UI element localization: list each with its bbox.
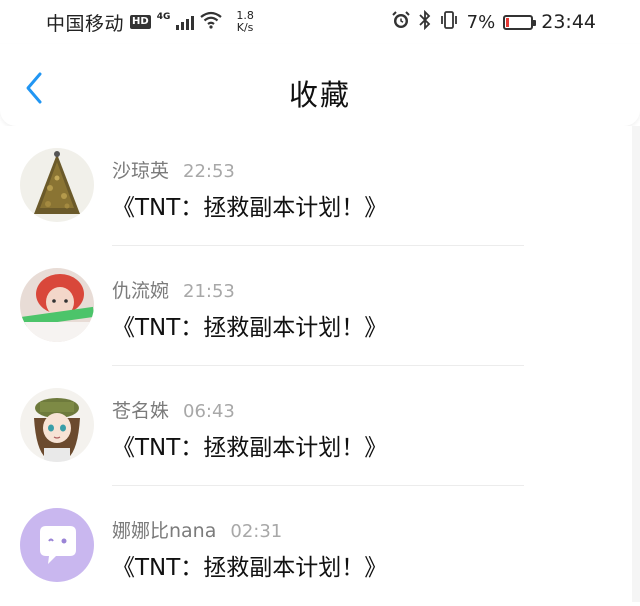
- bluetooth-icon: [419, 9, 431, 35]
- wifi-icon: [200, 11, 223, 34]
- red-hair-boy-avatar[interactable]: [20, 268, 94, 342]
- page-title: 收藏: [288, 78, 351, 112]
- network-speed-unit: K/s: [236, 21, 254, 34]
- carrier-name: 中国移动: [46, 12, 125, 35]
- timestamp: 22:53: [183, 161, 235, 182]
- status-right: 7% 23:44: [391, 9, 596, 35]
- alarm-clock-icon: [391, 10, 411, 35]
- username: 仇流婉 21:53: [112, 276, 235, 303]
- username: 沙琼英 22:53: [112, 156, 235, 183]
- list-item[interactable]: 娜娜比nana 02:31 《TNT：拯救副本计划！》: [0, 486, 640, 606]
- status-time: 23:44: [541, 11, 596, 33]
- message-text: 《TNT：拯救副本计划！》: [112, 555, 388, 581]
- user-name: 沙琼英: [112, 160, 170, 182]
- user-name: 仇流婉: [112, 280, 170, 302]
- status-bar: 中国移动 HD 4G 1.8 K/s 7% 23:44: [0, 0, 640, 44]
- username: 娜娜比nana 02:31: [112, 516, 282, 543]
- network-speed: 1.8 K/s: [236, 10, 254, 34]
- battery-icon: [503, 14, 537, 30]
- hd-badge: HD: [130, 15, 151, 29]
- message-text: 《TNT：拯救副本计划！》: [112, 315, 388, 341]
- status-left: 中国移动 HD 4G 1.8 K/s: [46, 9, 254, 35]
- list-item[interactable]: 苍名姝 06:43 《TNT：拯救副本计划！》: [0, 366, 640, 486]
- message-text: 《TNT：拯救副本计划！》: [112, 195, 388, 221]
- list-item[interactable]: 仇流婉 21:53 《TNT：拯救副本计划！》: [0, 246, 640, 366]
- purple-chat-bubble-avatar[interactable]: [20, 508, 94, 582]
- battery-level: [506, 17, 510, 27]
- timestamp: 02:31: [230, 521, 283, 542]
- header-bar: 收藏: [0, 44, 640, 126]
- favorites-list: 沙琼英 22:53 《TNT：拯救副本计划！》 仇流婉 21:53 《TNT：拯救副…: [0, 126, 640, 602]
- network-type: 4G: [156, 12, 171, 22]
- username: 苍名姝 06:43: [112, 396, 235, 423]
- list-item[interactable]: 沙琼英 22:53 《TNT：拯救副本计划！》: [0, 126, 640, 246]
- timestamp: 21:53: [183, 281, 235, 302]
- vibrate-icon: [439, 10, 459, 35]
- timestamp: 06:43: [183, 401, 235, 422]
- user-name: 娜娜比nana: [112, 520, 217, 542]
- christmas-tree-avatar[interactable]: [20, 148, 94, 222]
- signal-strength-icon: [176, 14, 195, 30]
- battery-percent: 7%: [466, 11, 496, 33]
- user-name: 苍名姝: [112, 400, 170, 422]
- anime-girl-avatar[interactable]: [20, 388, 94, 462]
- message-text: 《TNT：拯救副本计划！》: [112, 435, 388, 461]
